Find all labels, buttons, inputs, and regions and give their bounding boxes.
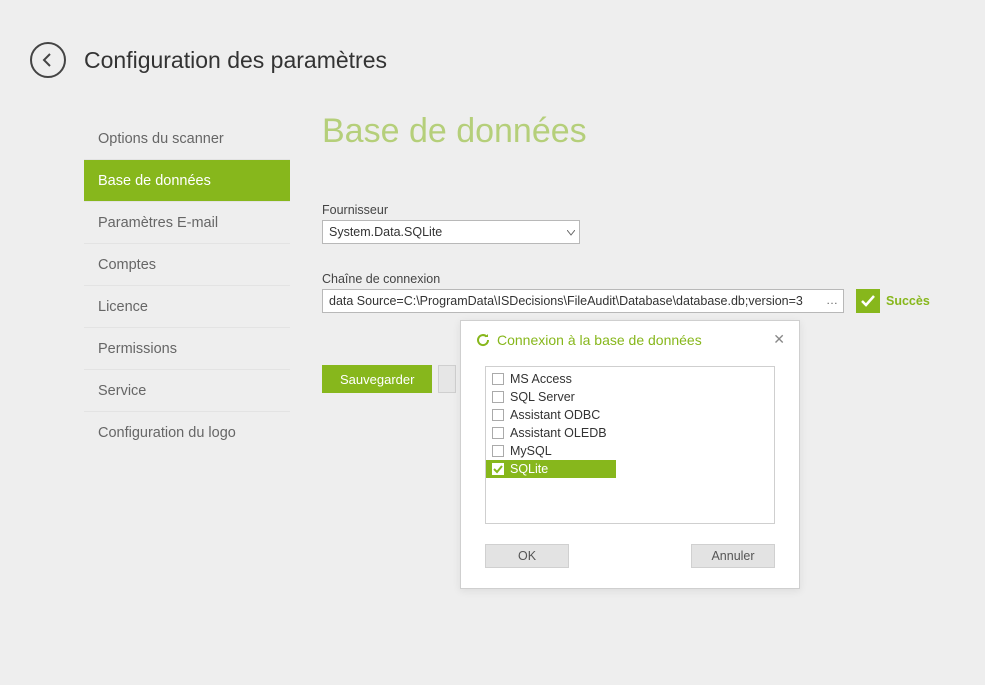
status-text: Succès — [886, 294, 930, 308]
ok-button[interactable]: OK — [485, 544, 569, 568]
check-icon — [860, 293, 876, 309]
save-button[interactable]: Sauvegarder — [322, 365, 432, 393]
sidebar-item-email[interactable]: Paramètres E-mail — [84, 202, 290, 244]
list-item[interactable]: SQL Server — [486, 388, 774, 406]
sidebar-item-permissions[interactable]: Permissions — [84, 328, 290, 370]
connstr-label: Chaîne de connexion — [322, 272, 985, 286]
header: Configuration des paramètres — [0, 0, 985, 78]
dialog-cancel-button[interactable]: Annuler — [691, 544, 775, 568]
connection-row: … Succès — [322, 289, 954, 313]
db-options-list: MS Access SQL Server Assistant ODBC Assi… — [485, 366, 775, 524]
dialog-buttons: OK Annuler — [461, 544, 799, 588]
checkbox-icon[interactable] — [492, 463, 504, 475]
db-connection-dialog: Connexion à la base de données ✕ MS Acce… — [460, 320, 800, 589]
checkbox-icon[interactable] — [492, 445, 504, 457]
page-title: Configuration des paramètres — [84, 47, 387, 74]
cancel-button[interactable] — [438, 365, 456, 393]
list-item[interactable]: SQLite — [486, 460, 616, 478]
sidebar-item-accounts[interactable]: Comptes — [84, 244, 290, 286]
list-item[interactable]: MS Access — [486, 370, 774, 388]
refresh-icon — [475, 332, 491, 348]
close-icon[interactable]: ✕ — [769, 331, 789, 348]
back-button[interactable] — [30, 42, 66, 78]
list-item[interactable]: Assistant OLEDB — [486, 424, 774, 442]
checkbox-icon[interactable] — [492, 409, 504, 421]
arrow-left-icon — [40, 52, 56, 68]
main-title: Base de données — [322, 112, 985, 151]
sidebar-item-scanner-options[interactable]: Options du scanner — [84, 118, 290, 160]
checkbox-icon[interactable] — [492, 427, 504, 439]
sidebar-item-service[interactable]: Service — [84, 370, 290, 412]
provider-label: Fournisseur — [322, 203, 985, 217]
connstr-input-wrap: … — [322, 289, 844, 313]
provider-select[interactable] — [322, 220, 580, 244]
provider-select-wrap — [322, 220, 580, 244]
connstr-input[interactable] — [322, 289, 844, 313]
dialog-title: Connexion à la base de données — [497, 332, 769, 348]
status-check-box — [856, 289, 880, 313]
checkbox-icon[interactable] — [492, 391, 504, 403]
sidebar-item-logo-config[interactable]: Configuration du logo — [84, 412, 290, 454]
status-badge: Succès — [856, 289, 930, 313]
list-item[interactable]: Assistant ODBC — [486, 406, 774, 424]
list-item[interactable]: MySQL — [486, 442, 774, 460]
sidebar: Options du scanner Base de données Param… — [84, 118, 290, 454]
checkbox-icon[interactable] — [492, 373, 504, 385]
dialog-header: Connexion à la base de données ✕ — [461, 321, 799, 358]
sidebar-item-license[interactable]: Licence — [84, 286, 290, 328]
sidebar-item-database[interactable]: Base de données — [84, 160, 290, 202]
